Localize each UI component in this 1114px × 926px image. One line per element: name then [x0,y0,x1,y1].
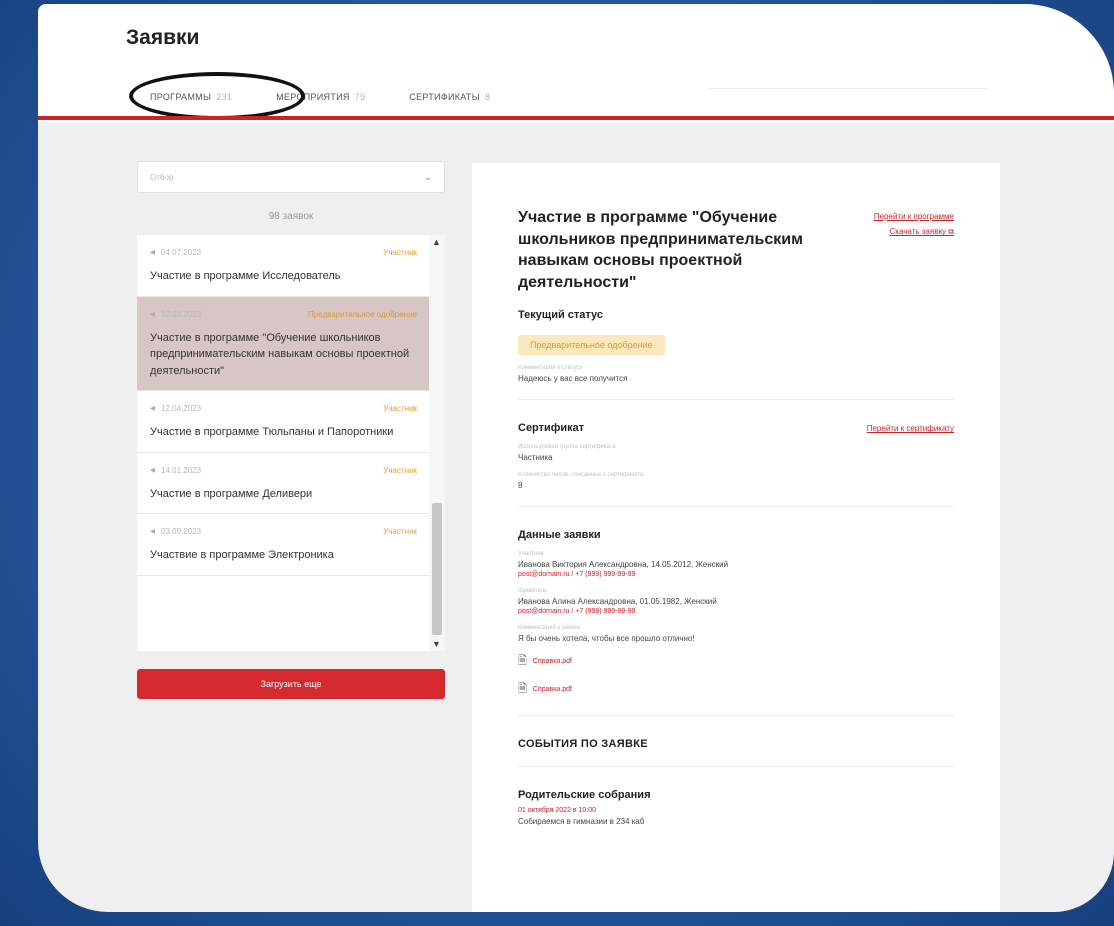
item-status: Участник [383,404,417,413]
scroll-down-icon[interactable]: ▼ [432,639,441,649]
load-more-button[interactable]: Загрузить еще [137,669,445,699]
item-title: Участие в программе "Обучение школьников… [150,331,410,377]
status-heading: Текущий статус [518,309,604,322]
reply-arrow-icon: ◂ [150,403,156,414]
item-date: 03.09.2023 [161,527,202,536]
item-status: Участник [383,465,417,475]
scroll-thumb[interactable] [432,503,442,635]
reply-arrow-icon: ◂ [150,308,156,320]
highlight-ellipse [129,72,305,120]
reply-arrow-icon: ◂ [150,247,156,258]
requests-sidebar: Отбор ⌄ 98 заявок ◂ 04.07.2023 Участник Уч… [137,161,445,699]
file-name: Справка.pdf [532,658,572,666]
cert-role-value: Частника [518,453,553,463]
chevron-down-icon: ⌄ [423,171,432,183]
event-item: Родительские собрания 01 октября 2022 в … [518,789,954,826]
list-item[interactable]: ◂ 14.01.2023 Участник Участие в программе … [137,452,429,514]
page-title: Заявки [126,26,200,49]
certificate-heading: Сертификат [518,422,585,435]
file-link[interactable]: 🗎 Справка.pdf [518,680,954,699]
request-data-heading: Данные заявки [518,529,601,542]
tab-count: 8 [484,92,491,102]
cert-role-label: Используемая группа сертификата [518,444,616,451]
reply-arrow-icon: ◂ [150,526,156,537]
event-title: Родительские собрания [518,789,651,802]
document-icon: 🗎 [518,655,527,668]
item-date: 14.01.2023 [161,465,202,475]
item-status: Предварительное одобрение [307,309,417,319]
reply-arrow-icon: ◂ [150,464,156,476]
note-value: Я бы очень хотела, чтобы все прошло отли… [518,634,695,644]
list-item[interactable]: ◂ 04.07.2023 Участник Участие в программе … [137,235,429,297]
item-title: Участие в программе Деливери [150,487,313,500]
participant-value: Иванова Виктория Александровна, 14.05.20… [518,560,729,570]
parent-contact[interactable]: post@domain.ru / +7 (999) 999-99-99 [518,608,954,615]
comment-label: Комментарий к статусу [518,365,583,372]
go-to-certificate-link[interactable]: Перейти к сертификату [867,424,954,433]
requests-list: ◂ 04.07.2023 Участник Участие в программе … [137,235,445,651]
filter-select[interactable]: Отбор ⌄ [137,161,445,193]
item-title: Участие в программе Исследователь [150,270,341,282]
participant-contact[interactable]: post@domain.ru / +7 (999) 999-99-99 [518,571,954,578]
list-item[interactable]: ◂ 03.09.2023 Участник Участвие в программе… [137,514,429,576]
tab-count: 79 [354,92,366,102]
item-status: Участник [383,527,417,536]
item-title: Участвие в программе Электроника [150,549,334,561]
status-badge: Предварительное одобрение [518,335,665,356]
cert-hours-label: Количество часов, списанных с сертификат… [518,472,644,479]
go-to-program-link[interactable]: Перейти к программе [874,209,954,224]
parent-value: Иванова Алина Александровна, 01.05.1982,… [518,597,717,607]
request-data-section: Данные заявки Участник Иванова Виктория … [518,529,954,717]
participant-label: Участник [518,551,544,558]
item-title: Участие в программе Тюльпаны и Папоротни… [150,426,394,438]
app-window: Заявки ПРОГРАММЫ 231 МЕРОПРИЯТИЯ 79 СЕРТИФ… [38,4,1114,912]
cert-hours-value: 8 [518,481,523,491]
file-link[interactable]: 🗎 Справка.pdf [518,652,954,671]
event-desc: Собираемся в гимназии в 234 каб [518,817,645,827]
request-details: Участие в программе "Обучение школьников… [472,163,1000,912]
download-request-link[interactable]: Скачать заявку ⧉ [874,224,954,239]
download-label: Скачать заявку [889,227,947,237]
requests-count: 98 заявок [268,211,314,222]
scroll-up-icon[interactable]: ▲ [432,237,441,247]
filter-placeholder: Отбор [150,172,174,182]
list-item-selected[interactable]: ◂ 12.03.2023 Предварительное одобрение Уча… [137,296,429,391]
tab-certificates[interactable]: СЕРТИФИКАТЫ 8 [409,92,490,102]
item-date: 12.04.2023 [161,404,202,413]
parent-label: Заявитель [518,588,548,595]
status-section: Текущий статус Предварительное одобрение… [518,309,954,401]
document-icon: 🗎 [518,683,527,696]
item-date: 04.07.2023 [161,248,202,257]
comment-value: Надеюсь у вас все получится [518,374,628,384]
event-date: 01 октября 2022 в 10:00 [518,807,597,815]
list-scrollbar[interactable]: ▲ ▼ [429,235,445,651]
item-status: Участник [383,248,417,257]
file-name: Справка.pdf [532,686,572,694]
header-divider [38,116,1114,120]
header-search[interactable] [708,64,988,89]
list-item[interactable]: ◂ 12.04.2023 Участник Участие в программе … [137,391,429,453]
events-section: СОБЫТИЯ ПО ЗАЯВКЕ [518,738,954,768]
item-date: 12.03.2023 [161,309,202,319]
external-link-icon: ⧉ [948,227,954,237]
header: Заявки ПРОГРАММЫ 231 МЕРОПРИЯТИЯ 79 СЕРТИФ… [38,4,1114,122]
note-label: Комментарий к заявке [518,625,581,632]
certificate-section: Сертификат Перейти к сертификату Использ… [518,422,954,508]
events-heading: СОБЫТИЯ ПО ЗАЯВКЕ [518,738,648,751]
request-title: Участие в программе "Обучение школьников… [518,209,803,291]
tab-label: СЕРТИФИКАТЫ [409,92,480,102]
